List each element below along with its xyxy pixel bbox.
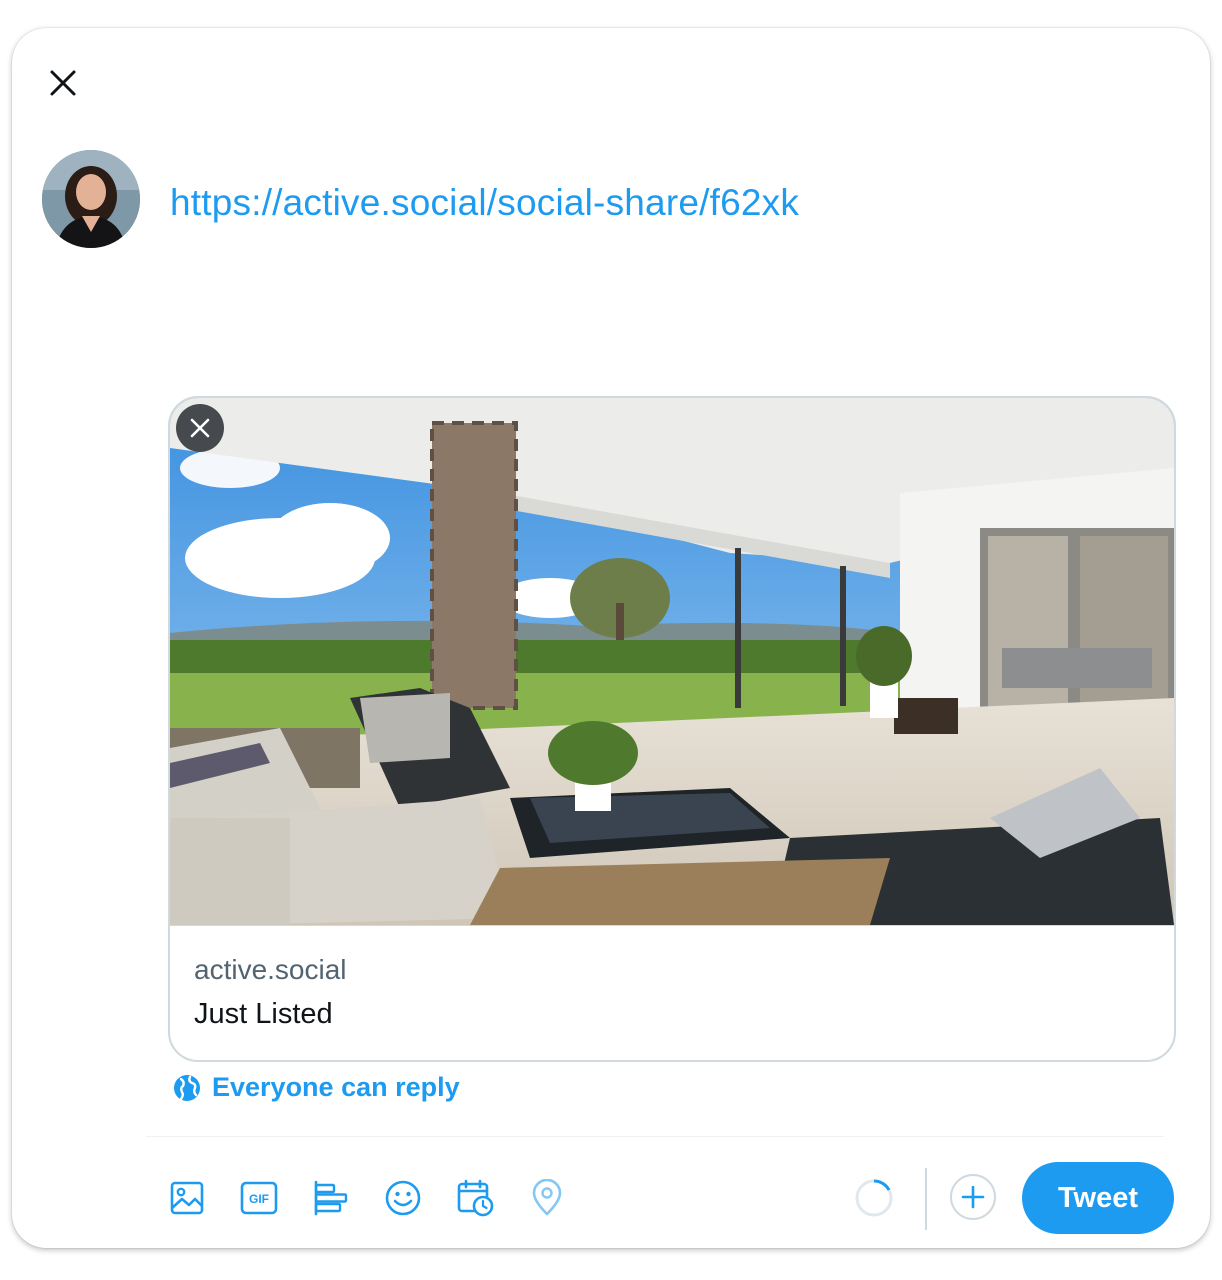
globe-icon [174, 1074, 200, 1101]
emoji-icon [385, 1180, 421, 1216]
avatar[interactable] [42, 150, 140, 248]
location-icon [532, 1179, 562, 1216]
location-button[interactable] [525, 1176, 569, 1220]
divider [146, 1136, 1164, 1137]
add-tweet-button[interactable] [950, 1174, 996, 1220]
gif-icon: GIF [240, 1181, 278, 1215]
close-icon [190, 418, 210, 438]
tweet-button[interactable]: Tweet [1022, 1162, 1174, 1234]
plus-icon [961, 1185, 985, 1209]
toolbar-separator [925, 1168, 927, 1230]
add-gif-button[interactable]: GIF [237, 1176, 281, 1220]
compose-tweet-modal: https://active.social/social-share/f62xk [12, 28, 1210, 1248]
remove-card-button[interactable] [176, 404, 224, 452]
avatar-image [42, 150, 140, 248]
schedule-button[interactable] [453, 1176, 497, 1220]
image-icon [170, 1181, 204, 1215]
svg-text:GIF: GIF [249, 1192, 269, 1206]
character-count-progress [855, 1179, 893, 1217]
tweet-text-input[interactable]: https://active.social/social-share/f62xk [170, 182, 799, 224]
close-button[interactable] [40, 60, 86, 106]
add-media-button[interactable] [165, 1176, 209, 1220]
add-poll-button[interactable] [309, 1176, 353, 1220]
close-icon [50, 70, 76, 96]
card-image [170, 398, 1174, 926]
card-domain: active.social [194, 954, 347, 985]
schedule-icon [457, 1179, 494, 1217]
reply-setting-button[interactable]: Everyone can reply [172, 1072, 460, 1103]
poll-icon [314, 1180, 348, 1216]
link-preview-card[interactable]: active.social Just Listed [168, 396, 1176, 1062]
reply-setting-label: Everyone can reply [212, 1072, 460, 1102]
card-title: Just Listed [194, 998, 333, 1030]
add-emoji-button[interactable] [381, 1176, 425, 1220]
